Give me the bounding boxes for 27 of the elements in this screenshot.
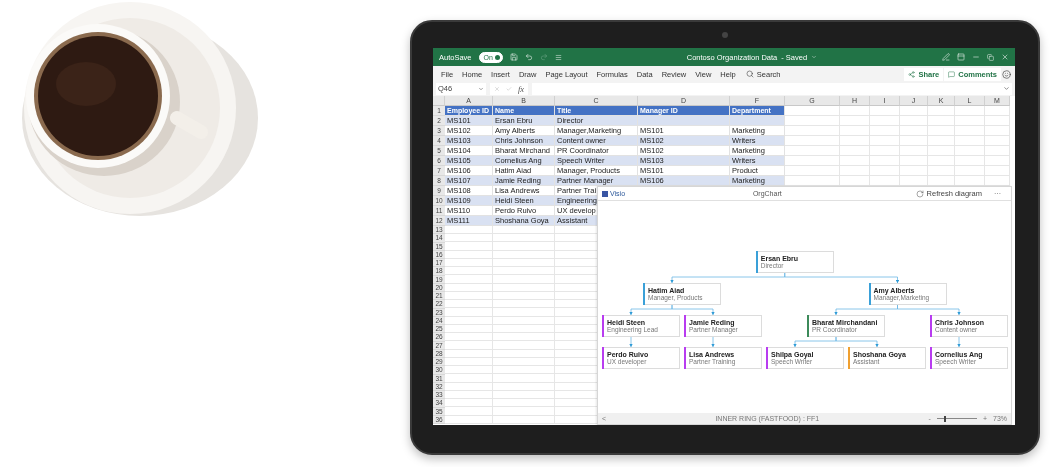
redo-icon[interactable] xyxy=(539,53,548,61)
cancel-icon[interactable] xyxy=(494,85,500,92)
comment-icon xyxy=(948,70,956,78)
expand-icon[interactable] xyxy=(1003,85,1010,92)
search-icon xyxy=(745,70,754,78)
visio-icon xyxy=(602,190,608,197)
formula-input[interactable] xyxy=(532,82,1012,95)
smiley-icon[interactable] xyxy=(1002,69,1011,79)
table-cell xyxy=(730,116,785,126)
minimize-icon[interactable] xyxy=(972,53,980,61)
caret-icon[interactable] xyxy=(811,54,818,60)
zoom-thumb[interactable] xyxy=(943,415,946,422)
pen-icon[interactable] xyxy=(942,53,950,61)
select-all-corner[interactable] xyxy=(433,96,445,106)
caret-icon xyxy=(478,85,484,92)
insert-function-button[interactable]: fx xyxy=(518,83,525,94)
undo-icon[interactable] xyxy=(524,53,533,61)
save-icon[interactable] xyxy=(509,53,518,61)
share-icon xyxy=(908,70,916,78)
toggle-knob xyxy=(494,54,500,60)
close-icon[interactable] xyxy=(1001,53,1009,61)
ribbon-display-icon[interactable] xyxy=(957,53,965,61)
camera-dot xyxy=(722,32,728,38)
refresh-icon xyxy=(915,189,924,198)
check-icon[interactable] xyxy=(506,85,512,92)
customize-icon[interactable] xyxy=(554,53,562,61)
restore-icon[interactable] xyxy=(987,53,994,61)
